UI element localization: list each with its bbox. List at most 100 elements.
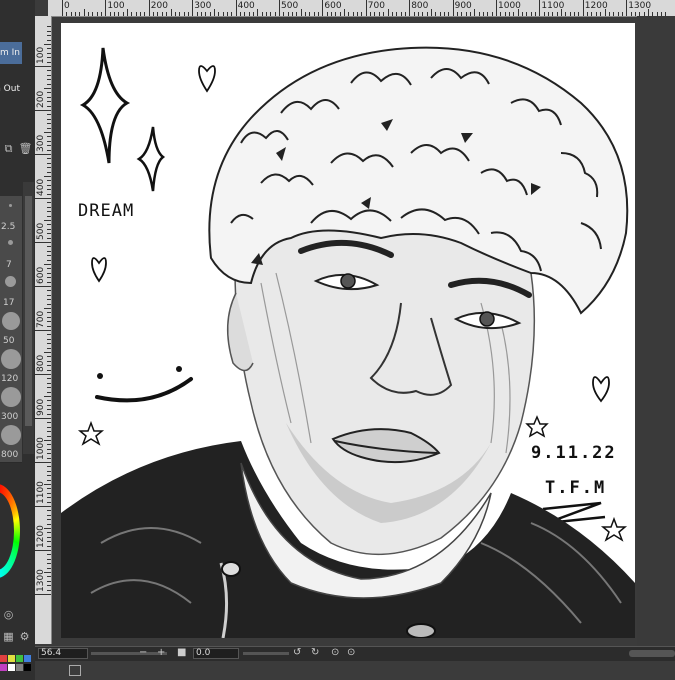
brush-size-item[interactable]: 800 [0, 424, 22, 463]
brush-size-item[interactable]: 300 [0, 386, 22, 425]
rotation-slider[interactable] [243, 652, 289, 655]
ruler-minor-tick [283, 12, 285, 16]
ruler-label: 900 [454, 1, 472, 11]
ruler-tick [539, 0, 541, 16]
flip-icon[interactable]: ⊙ [347, 647, 355, 659]
ruler-minor-tick [47, 558, 51, 560]
color-picker-icon[interactable]: ◎ [2, 608, 15, 621]
ruler-minor-tick [166, 12, 168, 16]
brush-size-item[interactable]: 2.5 [0, 196, 22, 235]
ruler-minor-tick [183, 12, 185, 16]
ruler-minor-tick [231, 12, 233, 16]
trash-icon[interactable]: 🗑 [19, 142, 33, 155]
ruler-minor-tick [44, 264, 51, 265]
ruler-minor-tick [513, 12, 515, 16]
ruler-minor-tick [47, 589, 51, 591]
ruler-minor-tick [535, 12, 537, 16]
ruler-minor-tick [47, 580, 51, 582]
palette-swatch[interactable] [8, 664, 15, 671]
ruler-minor-tick [439, 12, 441, 16]
ruler-minor-tick [96, 12, 98, 16]
rotation-angle-field[interactable]: 0.0 [193, 648, 239, 659]
ruler-minor-tick [613, 12, 615, 16]
ruler-minor-tick [574, 12, 576, 16]
palette-swatch[interactable] [24, 655, 31, 662]
ruler-minor-tick [75, 12, 77, 16]
ruler-minor-tick [47, 123, 51, 125]
ruler-minor-tick [313, 12, 315, 16]
ruler-minor-tick [47, 334, 51, 336]
ruler-label: 800 [36, 354, 46, 372]
ruler-minor-tick [261, 12, 263, 16]
ruler-label: 500 [281, 1, 299, 11]
reset-rotation-icon[interactable]: ⊙ [331, 647, 339, 659]
zoom-level-field[interactable]: 56.4 [38, 648, 88, 659]
brush-list-scrollbar[interactable] [23, 182, 34, 454]
ruler-minor-tick [157, 12, 159, 16]
horizontal-scrollbar[interactable] [629, 650, 675, 657]
palette-swatch[interactable] [16, 664, 23, 671]
ruler-minor-tick [44, 308, 51, 309]
ruler-minor-tick [47, 404, 51, 406]
ruler-minor-tick [617, 12, 619, 16]
ruler-minor-tick [144, 12, 146, 16]
ruler-minor-tick [161, 12, 163, 16]
ruler-minor-tick [404, 12, 406, 16]
ruler-minor-tick [357, 12, 359, 16]
ruler-minor-tick [348, 12, 350, 16]
ruler-minor-tick [248, 12, 250, 16]
ruler-minor-tick [47, 545, 51, 547]
ruler-minor-tick [265, 12, 267, 16]
brush-size-item[interactable]: 120 [0, 348, 22, 387]
ruler-minor-tick [595, 12, 597, 16]
ruler-minor-tick [47, 413, 51, 415]
palette-swatch[interactable] [24, 664, 31, 671]
ruler-minor-tick [47, 492, 51, 494]
zoom-in-icon[interactable]: + [157, 647, 165, 659]
ruler-minor-tick [630, 12, 632, 16]
brush-size-item[interactable]: 17 [0, 272, 22, 311]
duplicate-icon[interactable]: ⧉ [2, 142, 15, 155]
ruler-minor-tick [47, 74, 51, 76]
ruler-minor-tick [344, 9, 346, 16]
grid-icon[interactable]: ▦ [2, 630, 15, 643]
palette-swatch[interactable] [16, 655, 23, 662]
brush-size-item[interactable]: 50 [0, 310, 22, 349]
palette-swatch[interactable] [8, 655, 15, 662]
heart-doodle [91, 257, 107, 283]
ruler-minor-tick [561, 9, 563, 16]
zoom-out-button[interactable]: n Out [0, 78, 22, 100]
status-strip [35, 661, 675, 680]
ruler-minor-tick [47, 237, 51, 239]
drawing-canvas[interactable]: DREAM 9.11.22 T.F.M [61, 23, 635, 638]
brush-size-item[interactable]: 7 [0, 234, 22, 273]
ruler-minor-tick [47, 426, 51, 428]
ruler-minor-tick [47, 250, 51, 252]
ruler-minor-tick [47, 316, 51, 318]
palette-swatch[interactable] [0, 664, 7, 671]
palette-swatch[interactable] [0, 655, 7, 662]
ruler-minor-tick [47, 453, 51, 455]
rotate-right-icon[interactable]: ↻ [311, 647, 319, 659]
zoom-out-icon[interactable]: − [139, 647, 147, 659]
settings-icon[interactable]: ⚙ [18, 630, 31, 643]
ruler-minor-tick [47, 470, 51, 472]
ruler-minor-tick [44, 220, 51, 221]
color-wheel[interactable] [0, 484, 20, 578]
rotate-left-icon[interactable]: ↺ [293, 647, 301, 659]
ruler-minor-tick [47, 312, 51, 314]
zoom-slider[interactable] [91, 652, 167, 655]
ruler-minor-tick [118, 12, 120, 16]
ruler-minor-tick [47, 532, 51, 534]
ruler-minor-tick [569, 12, 571, 16]
ruler-label: 100 [107, 1, 125, 11]
ruler-minor-tick [578, 12, 580, 16]
fit-icon[interactable]: ■ [177, 647, 186, 659]
ruler-minor-tick [47, 585, 51, 587]
ruler-minor-tick [47, 30, 51, 32]
ruler-minor-tick [608, 12, 610, 16]
zoom-in-button[interactable]: om In [0, 42, 22, 64]
ruler-minor-tick [417, 12, 419, 16]
window-icon[interactable] [69, 665, 81, 676]
ruler-label: 200 [36, 90, 46, 108]
